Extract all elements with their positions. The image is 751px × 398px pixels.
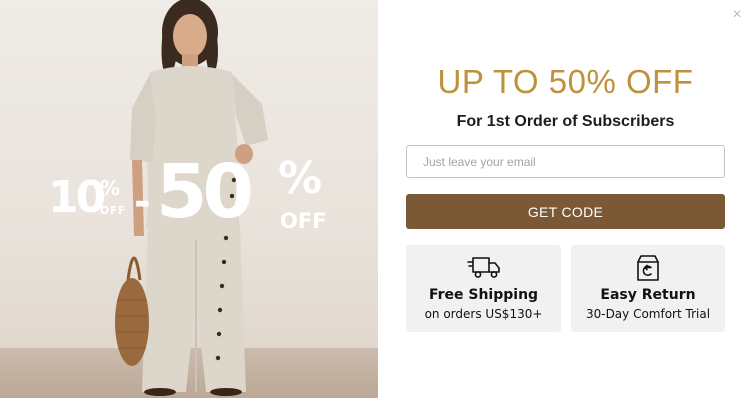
easy-return-card: Easy Return 30-Day Comfort Trial bbox=[571, 245, 725, 332]
perk-title: Easy Return bbox=[600, 287, 696, 303]
delivery-truck-icon bbox=[466, 257, 500, 278]
get-code-button[interactable]: GET CODE bbox=[406, 194, 725, 229]
perk-title: Free Shipping bbox=[428, 287, 539, 303]
close-icon[interactable]: × bbox=[728, 6, 746, 24]
offer-headline: UP TO 50% OFF bbox=[437, 63, 694, 100]
discount-high-off: OFF bbox=[280, 209, 327, 233]
email-input[interactable] bbox=[406, 145, 725, 178]
discount-low-percent: % bbox=[100, 176, 121, 200]
return-box-icon bbox=[637, 255, 659, 281]
promo-image: 10 % OFF - 50 % OFF bbox=[0, 0, 378, 398]
discount-dash: - bbox=[134, 179, 151, 225]
discount-high-value: 50 bbox=[156, 149, 254, 235]
offer-subheadline: For 1st Order of Subscribers bbox=[456, 113, 675, 130]
discount-high-percent: % bbox=[278, 153, 323, 204]
discount-low-value: 10 bbox=[48, 172, 106, 223]
discount-low-off: OFF bbox=[100, 204, 126, 217]
free-shipping-card: Free Shipping on orders US$130+ bbox=[406, 245, 561, 332]
perk-subtitle: on orders US$130+ bbox=[424, 307, 543, 321]
subscribe-popup: 10 % OFF - 50 % OFF × UP TO 50% OFF For … bbox=[0, 0, 751, 398]
discount-overlay: 10 % OFF - 50 % OFF bbox=[48, 150, 348, 250]
perk-subtitle: 30-Day Comfort Trial bbox=[585, 307, 711, 321]
